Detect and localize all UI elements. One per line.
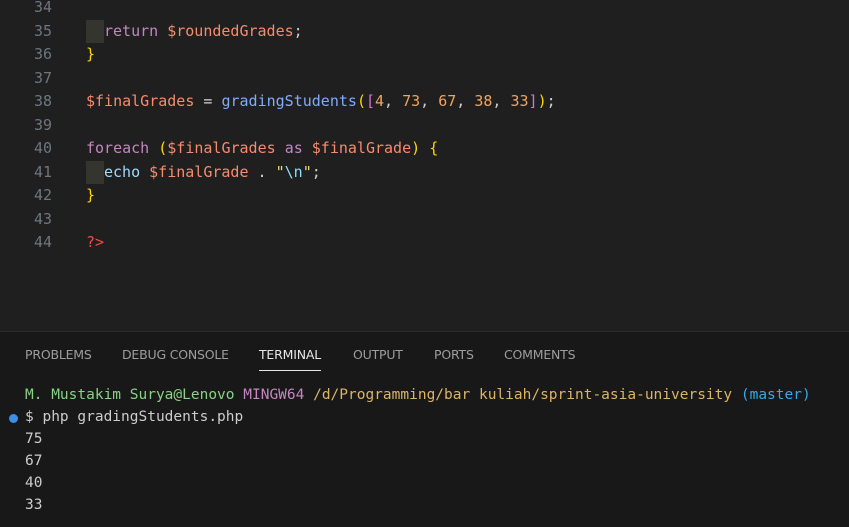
tab-problems[interactable]: PROBLEMS xyxy=(25,347,92,362)
line-number: 35 xyxy=(33,21,52,40)
line-code: } xyxy=(86,184,95,208)
code-token: gradingStudents xyxy=(221,92,357,110)
code-token: foreach xyxy=(86,139,150,157)
panel-tab-bar: PROBLEMS DEBUG CONSOLE TERMINAL OUTPUT P… xyxy=(0,332,849,376)
code-token: , xyxy=(384,92,403,110)
code-token: $roundedGrades xyxy=(167,21,294,40)
code-token: ; xyxy=(293,21,303,40)
code-token: ] xyxy=(528,92,538,110)
prompt-host: MINGW64 xyxy=(243,387,305,403)
code-line[interactable]: 40 foreach ($finalGrades as $finalGrade) … xyxy=(0,137,849,161)
code-line[interactable]: 34 xyxy=(0,0,849,20)
terminal-command: $ php gradingStudents.php xyxy=(25,409,244,425)
line-number: 41 xyxy=(33,162,52,181)
prompt-user: M. Mustakim Surya@Lenovo xyxy=(25,387,235,403)
code-token: ) xyxy=(411,139,421,157)
line-number: 44 xyxy=(33,233,52,251)
code-line[interactable]: 37 xyxy=(0,67,849,91)
code-token: $finalGrade xyxy=(149,162,249,181)
code-token: $finalGrade xyxy=(311,139,412,157)
line-number: 34 xyxy=(33,0,52,16)
code-token: [ xyxy=(365,92,375,110)
code-token: ) xyxy=(537,92,547,110)
terminal-output-line: 33 xyxy=(25,497,43,513)
code-token: ; xyxy=(546,92,556,110)
line-number: 40 xyxy=(33,139,52,157)
code-line[interactable]: 38 $finalGrades = gradingStudents([4, 73,… xyxy=(0,90,849,114)
terminal-prompt-line: M. Mustakim Surya@Lenovo MINGW64 /d/Prog… xyxy=(25,384,811,406)
code-token: ?> xyxy=(86,233,105,251)
code-line[interactable]: 44 ?> xyxy=(0,231,849,255)
code-token: " xyxy=(302,162,312,181)
line-code: echo $finalGrade . "\n"; xyxy=(104,161,321,185)
code-token: echo xyxy=(104,162,141,181)
line-number: 36 xyxy=(33,45,52,63)
tab-ports[interactable]: PORTS xyxy=(434,347,474,362)
line-code: ?> xyxy=(86,231,104,255)
prompt-path: /d/Programming/bar kuliah/sprint-asia-un… xyxy=(313,387,733,403)
code-editor[interactable]: 34 35 return $roundedGrades; 36} 37 38 $finalG… xyxy=(0,0,849,331)
code-token: return xyxy=(104,21,159,40)
code-line[interactable]: 35 return $roundedGrades; xyxy=(0,19,849,44)
indent-guide xyxy=(86,160,104,184)
code-line[interactable]: 42} xyxy=(0,184,849,208)
command-decoration[interactable] xyxy=(0,406,25,428)
line-number: 39 xyxy=(33,115,52,134)
tab-debug-console[interactable]: DEBUG CONSOLE xyxy=(122,347,229,362)
line-code: foreach ($finalGrades as $finalGrade) { xyxy=(86,137,438,161)
line-number: 38 xyxy=(33,92,52,110)
code-token: ( xyxy=(356,92,366,110)
tab-comments[interactable]: COMMENTS xyxy=(504,347,576,362)
code-line[interactable]: 41 echo $finalGrade . "\n"; xyxy=(0,160,849,185)
code-token: } xyxy=(86,186,96,204)
prompt-branch: (master) xyxy=(740,387,811,403)
code-token: as xyxy=(284,139,303,157)
code-token: 67 xyxy=(438,92,457,110)
line-code: return $roundedGrades; xyxy=(104,20,303,44)
bottom-panel: PROBLEMS DEBUG CONSOLE TERMINAL OUTPUT P… xyxy=(0,331,849,527)
code-token: } xyxy=(86,45,96,63)
tab-terminal[interactable]: TERMINAL xyxy=(259,347,321,371)
code-token: " xyxy=(275,162,285,181)
code-token: ( xyxy=(158,139,168,157)
code-token: , xyxy=(492,92,511,110)
terminal-output-line: 75 xyxy=(25,431,43,447)
code-token: \n xyxy=(284,162,303,181)
code-line[interactable]: 43 xyxy=(0,208,849,232)
line-number: 43 xyxy=(33,209,52,228)
code-token: 73 xyxy=(402,92,421,110)
code-token: , xyxy=(420,92,439,110)
code-token: , xyxy=(456,92,475,110)
code-token: 38 xyxy=(474,92,493,110)
code-token: $finalGrades xyxy=(167,139,276,157)
terminal-output-line: 67 xyxy=(25,453,43,469)
code-token: ; xyxy=(311,162,321,181)
line-number: 42 xyxy=(33,186,52,204)
code-line[interactable]: 36} xyxy=(0,43,849,67)
indent-guide xyxy=(86,19,104,43)
code-token: { xyxy=(429,139,439,157)
line-number: 37 xyxy=(33,68,52,87)
line-code: } xyxy=(86,43,95,67)
code-token: $finalGrades xyxy=(86,92,195,110)
line-code: $finalGrades = gradingStudents([4, 73, 6… xyxy=(86,90,556,114)
code-line[interactable]: 39 xyxy=(0,114,849,138)
code-token: . xyxy=(257,162,267,181)
code-token: 33 xyxy=(510,92,529,110)
tab-output[interactable]: OUTPUT xyxy=(353,347,403,362)
code-token: 4 xyxy=(375,92,385,110)
terminal-output-line: 40 xyxy=(25,475,43,491)
terminal-view[interactable]: M. Mustakim Surya@Lenovo MINGW64 /d/Prog… xyxy=(0,382,849,527)
command-success-dot-icon[interactable] xyxy=(9,414,18,423)
